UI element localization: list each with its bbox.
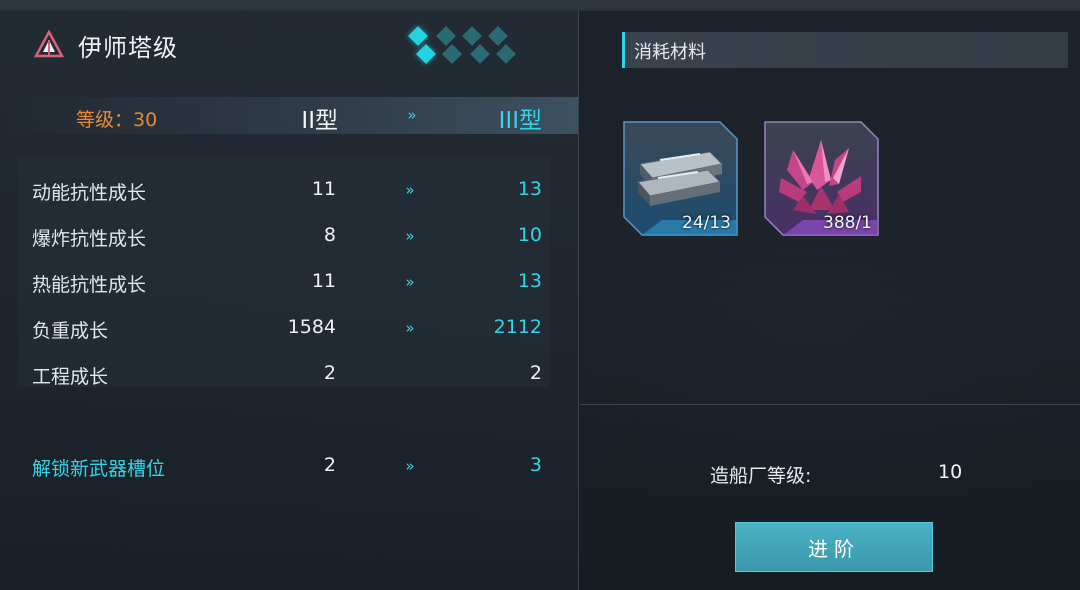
shipyard-level-label: 造船厂等级:: [710, 465, 812, 487]
ship-class-icon: [34, 30, 64, 58]
next-type: III型: [498, 108, 542, 134]
stat-next-value: 13: [517, 178, 542, 200]
ship-class-name: 伊师塔级: [78, 34, 178, 62]
material-count: 388/1: [823, 213, 872, 233]
stat-next-value: 2: [529, 362, 542, 384]
materials-panel: [579, 10, 1080, 590]
upgrade-button[interactable]: 进阶: [735, 522, 933, 572]
arrow-icon: »: [405, 227, 415, 245]
shipyard-level-value: 10: [938, 461, 963, 483]
stat-next-value: 13: [517, 270, 542, 292]
tier-diamond-icon: [462, 26, 482, 46]
stat-current-value: 2: [323, 362, 336, 384]
current-type: II型: [301, 108, 338, 134]
tier-diamond-icon: [416, 44, 436, 64]
stat-name: 动能抗性成长: [32, 182, 147, 204]
arrow-icon: »: [405, 319, 415, 337]
stat-name: 爆炸抗性成长: [32, 228, 147, 250]
upgrade-button-label: 进阶: [808, 536, 860, 561]
material-slot[interactable]: 388/1: [763, 120, 880, 237]
unlock-current-value: 2: [323, 454, 336, 476]
tier-diamond-icon: [496, 44, 516, 64]
unlock-weapon-slot-label: 解锁新武器槽位: [32, 458, 166, 480]
tier-diamond-icon: [436, 26, 456, 46]
arrow-icon: »: [405, 457, 415, 475]
stat-name: 负重成长: [32, 320, 109, 342]
tier-diamond-icon: [408, 26, 428, 46]
stat-name: 热能抗性成长: [32, 274, 147, 296]
tier-diamond-icon: [442, 44, 462, 64]
unlock-next-value: 3: [529, 454, 542, 476]
stat-next-value: 2112: [493, 316, 542, 338]
tier-diamond-icon: [470, 44, 490, 64]
stat-current-value: 1584: [287, 316, 336, 338]
material-slot[interactable]: 24/13: [622, 120, 739, 237]
level-label: 等级：30: [76, 109, 158, 131]
materials-title: 消耗材料: [634, 42, 706, 63]
stat-current-value: 11: [311, 270, 336, 292]
stat-current-value: 11: [311, 178, 336, 200]
arrow-icon: »: [405, 181, 415, 199]
pink-crystal-icon: [779, 140, 861, 214]
stat-current-value: 8: [323, 224, 336, 246]
metal-plates-icon: [637, 151, 724, 206]
stat-name: 工程成长: [32, 366, 109, 388]
stat-next-value: 10: [517, 224, 542, 246]
arrow-icon: »: [407, 106, 417, 124]
tier-diamond-icon: [488, 26, 508, 46]
material-count: 24/13: [682, 213, 731, 233]
arrow-icon: »: [405, 273, 415, 291]
tier-indicator: [405, 26, 535, 67]
divider: [580, 404, 1080, 405]
